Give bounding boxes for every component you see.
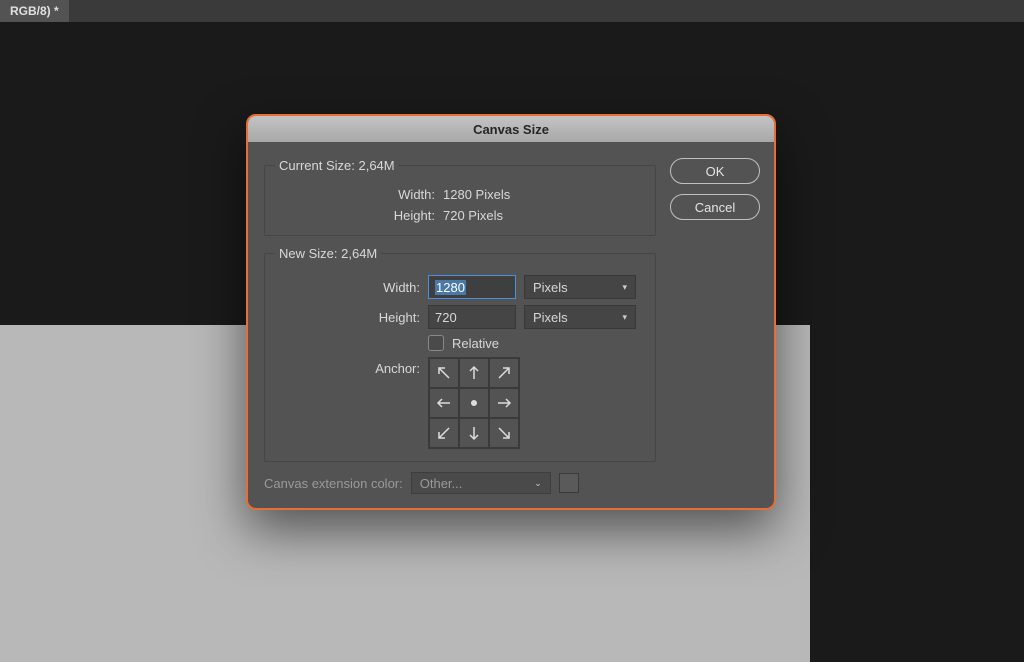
extension-color-dropdown[interactable]: Other... ⌄ <box>411 472 551 494</box>
anchor-selector[interactable] <box>428 357 520 449</box>
anchor-label: Anchor: <box>275 357 420 376</box>
anchor-center[interactable] <box>459 388 489 418</box>
chevron-down-icon: ▾ <box>622 312 627 323</box>
anchor-w[interactable] <box>429 388 459 418</box>
current-width-value: 1280 Pixels <box>443 187 510 202</box>
current-width-label: Width: <box>275 187 435 202</box>
anchor-nw[interactable] <box>429 358 459 388</box>
current-size-group: Current Size: 2,64M Width: 1280 Pixels H… <box>264 158 656 236</box>
width-units-dropdown[interactable]: Pixels ▾ <box>524 275 636 299</box>
dialog-title: Canvas Size <box>248 116 774 142</box>
new-size-legend: New Size: 2,64M <box>275 246 381 261</box>
current-size-legend: Current Size: 2,64M <box>275 158 399 173</box>
anchor-se[interactable] <box>489 418 519 448</box>
anchor-ne[interactable] <box>489 358 519 388</box>
new-height-label: Height: <box>275 310 420 325</box>
new-width-input[interactable]: 1280 <box>428 275 516 299</box>
tab-bar: RGB/8) * <box>0 0 1024 22</box>
extension-color-label: Canvas extension color: <box>264 476 403 491</box>
document-tab[interactable]: RGB/8) * <box>0 0 69 22</box>
height-units-dropdown[interactable]: Pixels ▾ <box>524 305 636 329</box>
new-size-group: New Size: 2,64M Width: 1280 Pixels ▾ Hei… <box>264 246 656 462</box>
tab-label: RGB/8) * <box>10 4 59 18</box>
canvas-size-dialog: Canvas Size Current Size: 2,64M Width: 1… <box>246 114 776 510</box>
cancel-button[interactable]: Cancel <box>670 194 760 220</box>
ok-button[interactable]: OK <box>670 158 760 184</box>
current-height-label: Height: <box>275 208 435 223</box>
chevron-down-icon: ▾ <box>622 282 627 293</box>
chevron-down-icon: ⌄ <box>534 478 542 489</box>
relative-label: Relative <box>452 336 499 351</box>
anchor-s[interactable] <box>459 418 489 448</box>
current-height-value: 720 Pixels <box>443 208 503 223</box>
anchor-sw[interactable] <box>429 418 459 448</box>
extension-color-swatch[interactable] <box>559 473 579 493</box>
anchor-n[interactable] <box>459 358 489 388</box>
anchor-e[interactable] <box>489 388 519 418</box>
relative-checkbox[interactable] <box>428 335 444 351</box>
new-height-input[interactable] <box>428 305 516 329</box>
new-width-label: Width: <box>275 280 420 295</box>
